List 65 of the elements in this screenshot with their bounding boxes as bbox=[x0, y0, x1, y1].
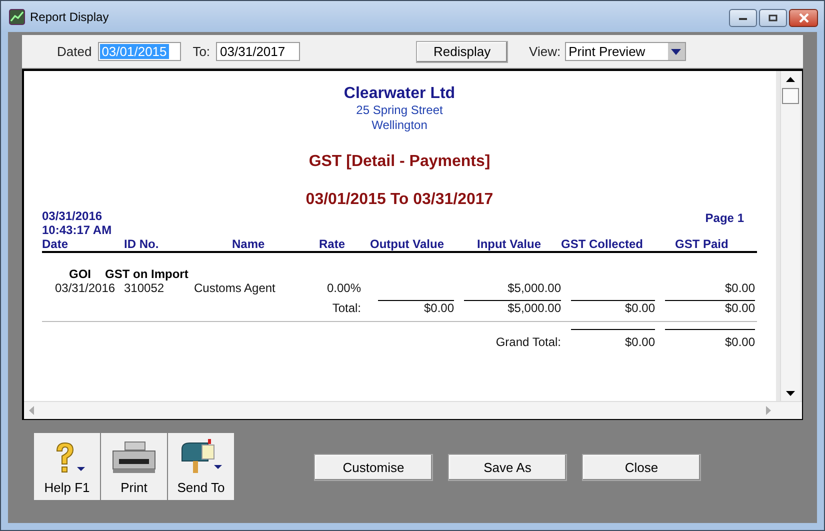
table-cell-text: 0.00% bbox=[326, 281, 362, 295]
table-cell-text: Customs Agent bbox=[193, 281, 276, 295]
report-period: 03/01/2015 To 03/31/2017 bbox=[304, 191, 494, 209]
to-label: To: bbox=[192, 44, 210, 59]
app-icon bbox=[9, 8, 25, 24]
company-address: Wellington bbox=[370, 118, 428, 133]
action-button[interactable]: Save As bbox=[448, 454, 567, 481]
action-button[interactable]: Customise bbox=[314, 454, 433, 481]
printed-time: 10:43:17 AM bbox=[42, 223, 112, 237]
total-value: $5,000.00 bbox=[508, 301, 561, 315]
page-number: Page 1 bbox=[705, 211, 744, 225]
scroll-down-icon bbox=[786, 391, 795, 396]
column-header: Name bbox=[231, 237, 266, 251]
column-header: Input Value bbox=[476, 237, 542, 251]
printed-date: 03/31/2016 bbox=[42, 209, 104, 223]
printer-icon bbox=[111, 441, 157, 475]
close-button[interactable] bbox=[789, 9, 818, 27]
maximize-button[interactable] bbox=[759, 9, 787, 27]
minimize-button[interactable] bbox=[729, 9, 757, 27]
grand-total-value: $0.00 bbox=[724, 335, 755, 349]
grand-total-label: Grand Total: bbox=[494, 335, 561, 349]
column-header: ID No. bbox=[124, 237, 160, 251]
scroll-right-icon bbox=[766, 406, 771, 415]
report-title: GST [Detail - Payments] bbox=[308, 153, 492, 171]
total-label: Total: bbox=[331, 301, 362, 315]
tool-label: Send To bbox=[177, 480, 225, 495]
company-name: Clearwater Ltd bbox=[342, 85, 456, 103]
toolbar-button[interactable]: Send To bbox=[168, 433, 234, 500]
scroll-up-icon bbox=[786, 77, 795, 82]
company-address: 25 Spring Street bbox=[355, 103, 444, 118]
view-label: View: bbox=[529, 44, 561, 59]
column-header: GST Collected bbox=[561, 237, 644, 251]
close-icon bbox=[798, 13, 810, 23]
redisplay-button[interactable]: Redisplay bbox=[416, 40, 508, 62]
dated-value: 03/01/2015 bbox=[100, 44, 169, 59]
total-value: $0.00 bbox=[424, 301, 454, 315]
vertical-scrollbar[interactable] bbox=[780, 71, 800, 401]
to-field[interactable]: 03/31/2017 bbox=[216, 42, 300, 61]
tool-label: Print bbox=[120, 480, 148, 495]
view-dropdown[interactable]: Print Preview bbox=[564, 42, 686, 61]
scroll-thumb[interactable] bbox=[782, 88, 799, 104]
horizontal-scrollbar[interactable] bbox=[24, 401, 802, 419]
scroll-left-icon bbox=[29, 406, 34, 415]
maximize-icon bbox=[768, 14, 778, 22]
tool-label: Help F1 bbox=[44, 480, 90, 495]
toolbar-button[interactable]: Help F1 bbox=[34, 433, 100, 500]
table-cell-text: 03/31/2016 bbox=[54, 281, 116, 295]
group-code: GOI bbox=[69, 267, 92, 281]
column-header: Rate bbox=[318, 237, 346, 251]
grand-total-value: $0.00 bbox=[624, 335, 655, 349]
column-header: Date bbox=[42, 237, 70, 251]
group-name: GST on Import bbox=[105, 267, 188, 281]
window-title: Report Display bbox=[30, 10, 109, 24]
column-header: GST Paid bbox=[674, 237, 730, 251]
total-value: $0.00 bbox=[724, 301, 755, 315]
dated-label: Dated bbox=[57, 44, 92, 59]
column-header: Output Value bbox=[368, 237, 445, 251]
dropdown-arrow-icon bbox=[671, 48, 682, 54]
minimize-icon bbox=[738, 15, 748, 21]
total-value: $0.00 bbox=[624, 301, 655, 315]
table-cell: $5,000.00 bbox=[508, 281, 561, 295]
table-cell-text: 310052 bbox=[124, 281, 166, 295]
table-cell: $0.00 bbox=[724, 281, 755, 295]
action-button[interactable]: Close bbox=[582, 454, 701, 481]
toolbar-button[interactable]: Print bbox=[101, 433, 167, 500]
